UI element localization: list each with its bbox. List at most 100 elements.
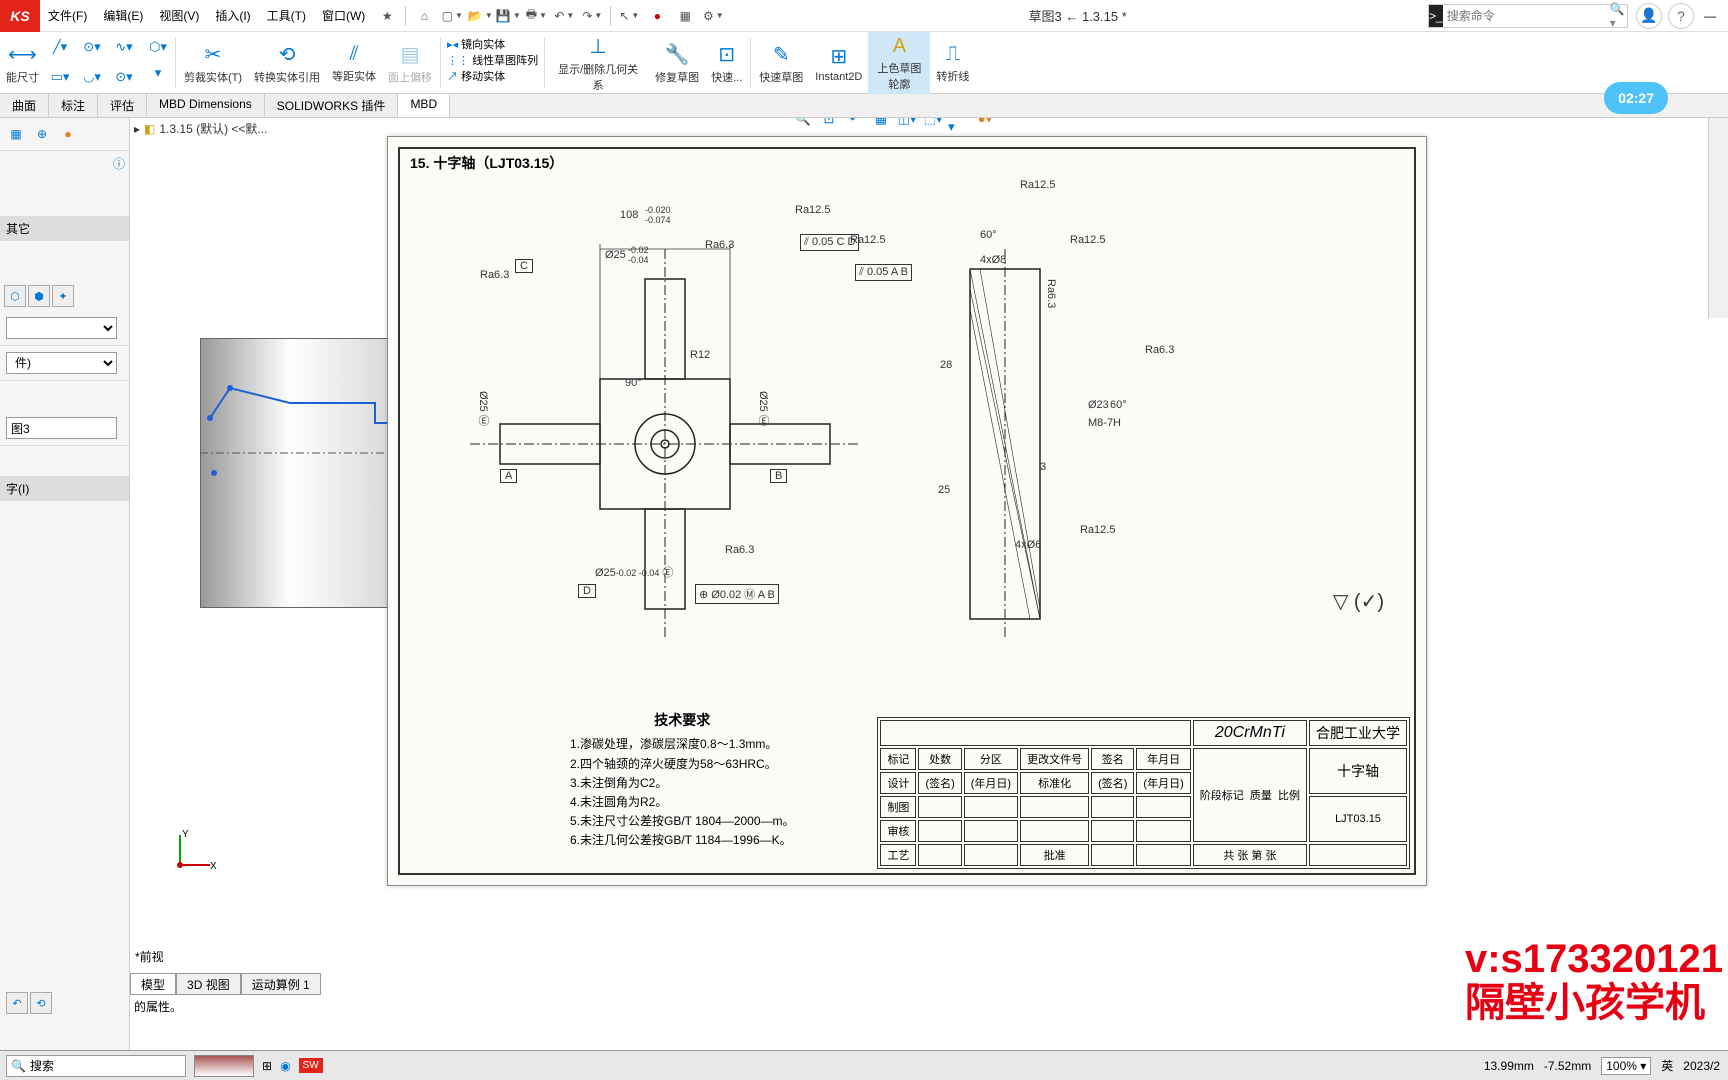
date-display: 2023/2	[1683, 1059, 1720, 1073]
panel-dropdown1[interactable]	[6, 317, 117, 339]
command-search[interactable]: >_ 🔍▾	[1428, 4, 1628, 28]
search-input[interactable]	[1443, 9, 1606, 23]
dimension-icon: ⟷	[8, 42, 37, 67]
convert-entities-button[interactable]: ⟲ 转换实体引用	[248, 32, 326, 94]
right-sidebar[interactable]	[1708, 118, 1728, 318]
smart-dimension-button[interactable]: ⟷ 能尺寸	[0, 32, 45, 94]
fav-btn2[interactable]: ⟲	[30, 992, 52, 1014]
taskbar-thumbnail[interactable]	[194, 1055, 254, 1077]
minimize-icon[interactable]: —	[1700, 9, 1720, 23]
tab-annotate[interactable]: 标注	[49, 94, 98, 117]
poly-icon[interactable]: ⬡▾	[145, 34, 171, 60]
prev-view-icon[interactable]: ↶	[844, 118, 866, 130]
display-style-icon[interactable]: ⬚▾	[922, 118, 944, 130]
spline-icon[interactable]: ∿▾	[111, 34, 137, 60]
settings-icon[interactable]: ⚙▼	[701, 4, 725, 28]
panel-btn3[interactable]: ✦	[52, 285, 74, 307]
panel-btn2[interactable]: ⬢	[28, 285, 50, 307]
mirror-button[interactable]: ▸◂ 镜向实体	[447, 36, 538, 52]
tab-motion-study[interactable]: 运动算例 1	[241, 973, 321, 995]
jog-line-button[interactable]: ⎍ 转折线	[930, 32, 975, 94]
panel-layers-icon[interactable]: ▦	[4, 122, 28, 146]
tab-surface[interactable]: 曲面	[0, 94, 49, 117]
ime-indicator[interactable]: 英	[1661, 1057, 1673, 1074]
quick-snap-button[interactable]: ⊡ 快速...	[705, 32, 748, 94]
point-icon[interactable]: ⊙▾	[111, 64, 137, 90]
select-icon[interactable]: ↖▼	[617, 4, 641, 28]
menu-view[interactable]: 视图(V)	[151, 7, 207, 24]
star-icon[interactable]: ★	[375, 4, 399, 28]
menu-edit[interactable]: 编辑(E)	[95, 7, 151, 24]
offset-entities-button[interactable]: ⫽ 等距实体	[326, 32, 382, 94]
arc-icon[interactable]: ◡▾	[79, 64, 105, 90]
help-icon[interactable]: ?	[1668, 3, 1694, 29]
panel-target-icon[interactable]: ⊕	[30, 122, 54, 146]
jog-icon: ⎍	[946, 43, 960, 66]
svg-text:Y: Y	[182, 829, 189, 840]
search-terminal-icon: >_	[1429, 5, 1443, 27]
user-icon[interactable]: 👤	[1636, 3, 1662, 29]
edge-icon[interactable]: ◉	[280, 1059, 290, 1073]
panel-sphere-icon[interactable]: ●	[56, 122, 80, 146]
text-icon[interactable]: ▾	[145, 60, 171, 86]
home-icon[interactable]: ⌂	[412, 4, 436, 28]
redo-icon[interactable]: ↷▼	[580, 4, 604, 28]
move-button[interactable]: ↗ 移动实体	[447, 68, 538, 84]
timer-badge: 02:27	[1604, 82, 1668, 114]
breadcrumb[interactable]: ▸◧ 1.3.15 (默认) <<默...	[134, 120, 267, 137]
circle-icon[interactable]: ⊙▾	[79, 34, 105, 60]
instant2d-button[interactable]: ⊞ Instant2D	[809, 32, 868, 94]
tab-3d-view[interactable]: 3D 视图	[176, 973, 241, 995]
drawing-side-view	[930, 189, 1210, 689]
tab-evaluate[interactable]: 评估	[98, 94, 147, 117]
menu-insert[interactable]: 插入(I)	[207, 7, 258, 24]
hide-show-icon[interactable]: 👁▾	[948, 118, 970, 130]
repair-button[interactable]: 🔧 修复草图	[649, 32, 705, 94]
relations-button[interactable]: ⊥ 显示/删除几何关系	[547, 32, 649, 94]
sw-app-icon[interactable]: SW	[299, 1058, 323, 1073]
rect-icon[interactable]: ▭▾	[47, 64, 73, 90]
print-icon[interactable]: 🖶▼	[524, 4, 548, 28]
trim-icon: ✂	[205, 42, 222, 67]
menu-file[interactable]: 文件(F)	[40, 7, 95, 24]
coord-y: -7.52mm	[1544, 1059, 1591, 1073]
shaded-sketch-button[interactable]: A 上色草图轮廓	[868, 32, 930, 94]
status-message: 的属性。	[134, 998, 182, 1015]
title-block: 20CrMnTi合肥工业大学 标记处数分区更改文件号签名年月日阶段标记 质量 比…	[877, 717, 1410, 869]
menu-tools[interactable]: 工具(T)	[259, 7, 314, 24]
new-icon[interactable]: ▢▼	[440, 4, 464, 28]
section-icon[interactable]: ▦	[870, 118, 892, 130]
fav-btn1[interactable]: ↶	[6, 992, 28, 1014]
info-icon[interactable]: ⓘ	[113, 157, 125, 171]
graphics-viewport[interactable]: ▸◧ 1.3.15 (默认) <<默... 🔍 ⊡ ↶ ▦ ◫▾ ⬚▾ 👁▾ ●…	[130, 118, 1728, 1050]
options1-icon[interactable]: ▦	[673, 4, 697, 28]
panel-btn1[interactable]: ⬡	[4, 285, 26, 307]
save-icon[interactable]: 💾▼	[496, 4, 520, 28]
appearance-icon[interactable]: ●▾	[974, 118, 996, 130]
surface-icon: ▤	[401, 42, 420, 67]
undo-icon[interactable]: ↶▼	[552, 4, 576, 28]
offset-icon: ⫽	[350, 43, 359, 66]
taskview-icon[interactable]: ⊞	[262, 1059, 272, 1073]
zoom-fit-icon[interactable]: 🔍	[792, 118, 814, 130]
repair-icon: 🔧	[665, 42, 690, 67]
rapid-sketch-button[interactable]: ✎ 快速草图	[753, 32, 809, 94]
open-icon[interactable]: 📂▼	[468, 4, 492, 28]
tab-addins[interactable]: SOLIDWORKS 插件	[265, 94, 399, 117]
convert-icon: ⟲	[279, 42, 296, 67]
zoom-level[interactable]: 100% ▾	[1601, 1057, 1651, 1075]
menu-window[interactable]: 窗口(W)	[314, 7, 373, 24]
tab-model-view[interactable]: 模型	[130, 973, 176, 995]
view-orient-icon[interactable]: ◫▾	[896, 118, 918, 130]
tab-mbd-dim[interactable]: MBD Dimensions	[147, 94, 265, 117]
line-icon[interactable]: ╱▾	[47, 34, 73, 60]
trim-entities-button[interactable]: ✂ 剪裁实体(T)	[178, 32, 248, 94]
search-magnify-icon[interactable]: 🔍▾	[1606, 2, 1629, 30]
panel-dropdown2[interactable]: 件)	[6, 352, 117, 374]
zoom-area-icon[interactable]: ⊡	[818, 118, 840, 130]
pattern-button[interactable]: ⋮⋮ 线性草图阵列	[447, 52, 538, 68]
rebuild-icon[interactable]: ●	[645, 4, 669, 28]
status-search[interactable]: 🔍 搜索	[6, 1055, 186, 1077]
tab-mbd[interactable]: MBD	[398, 94, 450, 117]
panel-input-name[interactable]	[6, 417, 117, 439]
